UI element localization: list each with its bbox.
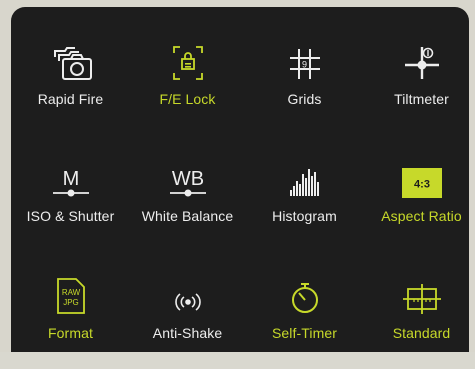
histogram-icon bbox=[289, 169, 319, 196]
file-format-icon: RAW JPG bbox=[56, 278, 85, 314]
option-label: Tiltmeter bbox=[394, 91, 449, 107]
option-tiltmeter[interactable]: Tiltmeter bbox=[364, 35, 475, 135]
option-label: Aspect Ratio bbox=[381, 208, 462, 224]
aspect-ratio-icon: 4:3 bbox=[401, 168, 442, 198]
grid-icon: 9 bbox=[289, 49, 320, 79]
self-timer-icon bbox=[291, 283, 318, 313]
camera-options-panel: Rapid Fire F/E Lock 9 Grids Tiltmeter M … bbox=[11, 7, 469, 352]
option-label: F/E Lock bbox=[159, 91, 216, 107]
option-fe-lock[interactable]: F/E Lock bbox=[130, 35, 245, 135]
option-label: White Balance bbox=[141, 208, 234, 224]
option-rapid-fire[interactable]: Rapid Fire bbox=[13, 35, 128, 135]
option-standard[interactable]: Standard bbox=[364, 269, 475, 369]
aspect-ratio-text: 4:3 bbox=[414, 179, 430, 191]
option-anti-shake[interactable]: Anti-Shake bbox=[130, 269, 245, 369]
white-balance-text: WB bbox=[171, 168, 203, 190]
anti-shake-icon bbox=[174, 293, 201, 311]
option-label: ISO & Shutter bbox=[26, 208, 115, 224]
options-grid: Rapid Fire F/E Lock 9 Grids Tiltmeter M … bbox=[11, 7, 469, 352]
option-label: Format bbox=[48, 325, 93, 341]
manual-mode-icon: M bbox=[52, 168, 89, 197]
option-self-timer[interactable]: Self-Timer bbox=[247, 269, 362, 369]
manual-mode-text: M bbox=[62, 168, 79, 190]
option-label: Standard bbox=[392, 325, 451, 341]
option-white-balance[interactable]: WB White Balance bbox=[130, 152, 245, 252]
option-iso-shutter[interactable]: M ISO & Shutter bbox=[13, 152, 128, 252]
focus-exposure-lock-icon bbox=[172, 46, 203, 80]
option-label: Grids bbox=[287, 91, 322, 107]
format-raw-text: RAW bbox=[61, 288, 80, 297]
option-format[interactable]: RAW JPG Format bbox=[13, 269, 128, 369]
option-label: Histogram bbox=[272, 208, 337, 224]
standard-mode-icon bbox=[402, 284, 441, 314]
option-label: Self-Timer bbox=[271, 325, 338, 341]
option-histogram[interactable]: Histogram bbox=[247, 152, 362, 252]
option-grids[interactable]: 9 Grids bbox=[247, 35, 362, 135]
option-label: Anti-Shake bbox=[152, 325, 223, 341]
option-label: Rapid Fire bbox=[37, 91, 104, 107]
white-balance-icon: WB bbox=[169, 168, 206, 197]
grid-icon-text: 9 bbox=[301, 60, 306, 70]
burst-camera-icon bbox=[53, 47, 92, 80]
format-jpg-text: JPG bbox=[63, 298, 79, 307]
option-aspect-ratio[interactable]: 4:3 Aspect Ratio bbox=[364, 152, 475, 252]
screenshot-frame: Rapid Fire F/E Lock 9 Grids Tiltmeter M … bbox=[0, 0, 475, 352]
tiltmeter-icon bbox=[404, 47, 439, 79]
